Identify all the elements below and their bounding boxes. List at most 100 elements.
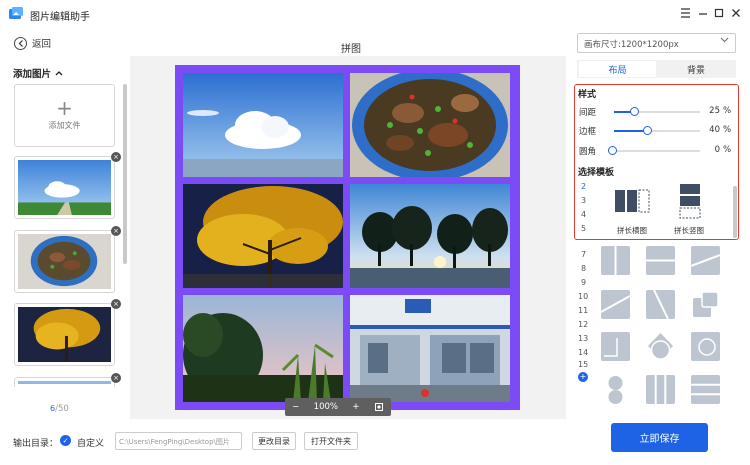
thumbnail-partial[interactable] bbox=[14, 377, 115, 387]
save-button[interactable]: 立即保存 bbox=[611, 423, 708, 452]
count-option-12[interactable]: 12 bbox=[578, 320, 588, 329]
output-path-field[interactable]: C:\Users\FengPing\Desktop\图片 bbox=[115, 432, 242, 450]
count-option-2[interactable]: 2 bbox=[581, 182, 586, 191]
count-option-8[interactable]: 8 bbox=[581, 264, 586, 273]
tab-layout[interactable]: 布局 bbox=[579, 61, 656, 77]
collage-cell-food[interactable] bbox=[350, 73, 510, 177]
thumbnail-food[interactable] bbox=[14, 230, 115, 293]
border-label: 边框 bbox=[579, 127, 597, 137]
template-long-horizontal-icon[interactable] bbox=[614, 189, 650, 213]
spacing-unit: % bbox=[723, 106, 732, 116]
template-title: 选择模板 bbox=[578, 168, 615, 178]
layout-tile-icon[interactable] bbox=[601, 332, 630, 361]
add-images-title: 添加图片 bbox=[13, 69, 52, 80]
right-scrollbar[interactable] bbox=[733, 186, 737, 238]
template-long-vertical-label: 拼长竖图 bbox=[674, 226, 704, 235]
add-file-button[interactable]: + 添加文件 bbox=[14, 84, 115, 147]
count-option-5[interactable]: 5 bbox=[581, 224, 586, 233]
layout-tile-icon[interactable] bbox=[646, 290, 675, 319]
canvas-size-select[interactable]: 画布尺寸:1200*1200px bbox=[577, 33, 736, 53]
border-value: 40 bbox=[709, 125, 720, 135]
fit-screen-icon[interactable] bbox=[374, 402, 384, 412]
count-option-3[interactable]: 3 bbox=[581, 196, 586, 205]
remove-thumbnail-icon[interactable]: × bbox=[111, 152, 121, 162]
collage-cell-ginkgo[interactable] bbox=[183, 184, 343, 288]
count-option-15[interactable]: 15 bbox=[578, 360, 588, 369]
corner-slider-track[interactable] bbox=[614, 150, 700, 152]
zoom-bar: − 100% + bbox=[285, 398, 391, 416]
minimize-icon[interactable] bbox=[696, 6, 710, 20]
count-option-13[interactable]: 13 bbox=[578, 334, 588, 343]
collage-cell-sunset[interactable] bbox=[350, 184, 510, 288]
menu-icon[interactable] bbox=[678, 6, 692, 20]
app-logo-icon bbox=[9, 7, 23, 19]
layout-tile-icon[interactable] bbox=[691, 290, 720, 319]
food-bowl-image bbox=[18, 234, 111, 289]
layout-tile-icon[interactable] bbox=[691, 332, 720, 361]
maximize-icon[interactable] bbox=[712, 6, 726, 20]
custom-label: 自定义 bbox=[77, 439, 105, 449]
sky-clouds-image bbox=[18, 160, 111, 215]
corner-unit: % bbox=[723, 145, 732, 155]
spacing-slider-handle[interactable] bbox=[630, 107, 639, 116]
count-option-7[interactable]: 7 bbox=[581, 250, 586, 259]
more-plus-icon[interactable]: + bbox=[578, 372, 588, 382]
output-dir-label: 输出目录： bbox=[13, 439, 59, 449]
title-bar bbox=[0, 0, 750, 28]
layout-tile-icon[interactable] bbox=[646, 246, 675, 275]
layout-tile-icon[interactable] bbox=[691, 375, 720, 404]
template-long-vertical-icon[interactable] bbox=[679, 183, 701, 219]
layout-tile-icon[interactable] bbox=[601, 375, 630, 404]
image-count-total: /50 bbox=[55, 404, 69, 414]
corner-slider-handle[interactable] bbox=[608, 146, 617, 155]
back-button[interactable]: 返回 bbox=[14, 36, 51, 50]
partial-image bbox=[18, 381, 111, 384]
close-icon[interactable] bbox=[729, 6, 743, 20]
plus-icon: + bbox=[56, 96, 73, 120]
add-images-header[interactable]: 添加图片 bbox=[13, 66, 63, 80]
chevron-up-icon bbox=[55, 71, 63, 76]
layout-tile-icon[interactable] bbox=[691, 246, 720, 275]
template-long-horizontal-label: 拼长横图 bbox=[617, 226, 647, 235]
page-title: 拼图 bbox=[341, 44, 361, 55]
count-option-11[interactable]: 11 bbox=[578, 306, 588, 315]
count-option-9[interactable]: 9 bbox=[581, 278, 586, 287]
border-slider-track[interactable] bbox=[614, 130, 700, 132]
border-unit: % bbox=[723, 125, 732, 135]
change-dir-button[interactable]: 更改目录 bbox=[252, 432, 296, 450]
corner-value: 0 bbox=[714, 145, 720, 155]
remove-thumbnail-icon[interactable]: × bbox=[111, 226, 121, 236]
add-file-label: 添加文件 bbox=[48, 121, 81, 130]
zoom-in-button[interactable]: + bbox=[352, 402, 359, 412]
thumbnail-sky[interactable] bbox=[14, 156, 115, 219]
collage-cell-garden[interactable] bbox=[183, 295, 343, 402]
custom-radio-checked-icon[interactable]: ✓ bbox=[60, 435, 71, 446]
ginkgo-tree-image bbox=[18, 307, 111, 362]
layout-tile-icon[interactable] bbox=[601, 290, 630, 319]
thumbnail-tree[interactable] bbox=[14, 303, 115, 366]
spacing-label: 间距 bbox=[579, 108, 597, 118]
collage-cell-subway[interactable] bbox=[350, 295, 510, 402]
open-folder-button[interactable]: 打开文件夹 bbox=[304, 432, 358, 450]
layout-tile-icon[interactable] bbox=[601, 246, 630, 275]
count-option-14[interactable]: 14 bbox=[578, 348, 588, 357]
count-option-10[interactable]: 10 bbox=[578, 292, 588, 301]
collage-cell-sky[interactable] bbox=[183, 73, 343, 177]
chevron-left-icon bbox=[14, 36, 27, 50]
layout-tile-icon[interactable] bbox=[646, 332, 675, 361]
left-scrollbar[interactable] bbox=[123, 84, 127, 264]
zoom-level: 100% bbox=[313, 402, 338, 412]
tab-background[interactable]: 背景 bbox=[658, 61, 734, 77]
spacing-value: 25 bbox=[709, 106, 720, 116]
zoom-out-button[interactable]: − bbox=[292, 402, 299, 412]
corner-label: 圆角 bbox=[579, 147, 597, 157]
border-slider-handle[interactable] bbox=[643, 126, 652, 135]
count-option-4[interactable]: 4 bbox=[581, 210, 586, 219]
remove-thumbnail-icon[interactable]: × bbox=[111, 373, 121, 383]
back-label: 返回 bbox=[32, 39, 52, 50]
spacing-slider-track[interactable] bbox=[614, 111, 700, 113]
collage-canvas[interactable] bbox=[175, 65, 520, 410]
image-count: 6/50 bbox=[50, 404, 69, 414]
layout-tile-icon[interactable] bbox=[646, 375, 675, 404]
remove-thumbnail-icon[interactable]: × bbox=[111, 299, 121, 309]
